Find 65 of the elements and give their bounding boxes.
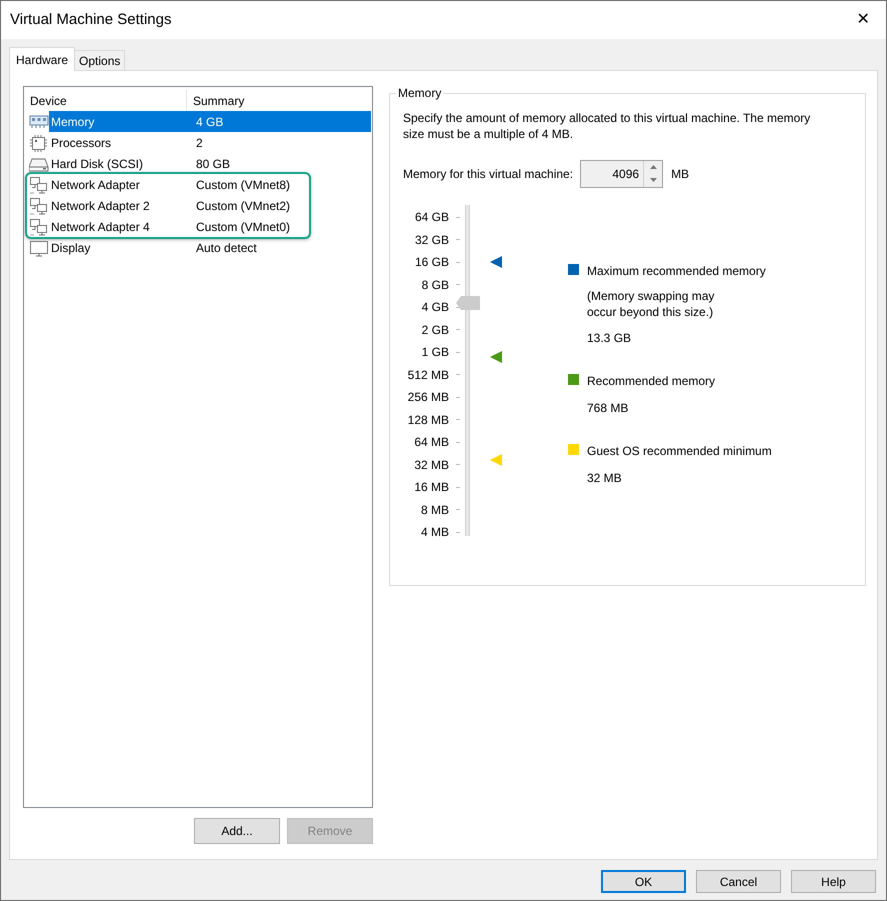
scale-label: 32 GB: [414, 232, 449, 249]
scale-label: 64 GB: [414, 209, 449, 226]
device-name: Processors: [50, 134, 112, 152]
device-name: Display: [50, 240, 92, 256]
ok-button[interactable]: OK: [601, 870, 686, 893]
scale-label: 1 GB: [422, 344, 449, 362]
scale-label: 4 MB: [420, 524, 449, 542]
device-summary: Custom (VMnet2): [195, 198, 290, 214]
device-row[interactable]: Network Adapter 4 Custom (VMnet0): [49, 216, 309, 237]
device-summary: Custom (VMnet8): [195, 176, 290, 194]
legend-label: Recommended memory: [587, 373, 716, 390]
device-summary: 80 GB: [195, 156, 230, 172]
device-summary: 4 GB: [195, 114, 224, 130]
device-summary: 2: [195, 134, 203, 152]
field-label: Memory for this virtual machine:: [403, 166, 574, 183]
unit-label: MB: [671, 166, 690, 183]
chip-icon: [29, 134, 49, 152]
memory-spinner[interactable]: 4096: [580, 160, 664, 188]
legend-value: 32 MB: [587, 470, 623, 487]
tab[interactable]: Options: [75, 50, 126, 70]
scale-label: 8 GB: [422, 276, 449, 294]
add-button[interactable]: Add...: [194, 818, 280, 844]
device-name: Memory: [50, 114, 96, 130]
device-row[interactable]: Display Auto detect: [49, 237, 371, 258]
device-row[interactable]: Memory 4 GB: [49, 111, 371, 132]
scale-label: 512 MB: [408, 366, 449, 384]
window-title: Virtual Machine Settings: [10, 10, 172, 30]
help-button[interactable]: Help: [791, 870, 876, 893]
scale-label: 256 MB: [408, 389, 449, 406]
device-name: Hard Disk (SCSI): [50, 156, 144, 172]
device-name: Network Adapter 4: [50, 218, 151, 236]
memory-icon: [29, 112, 49, 130]
device-summary: Auto detect: [195, 240, 257, 256]
description: Specify the amount of memory allocated to this virtual machine. The memory size must be a multiple of 4 MB.: [403, 110, 812, 142]
tab[interactable]: Hardware: [9, 47, 76, 71]
scale-label: 8 MB: [420, 502, 449, 519]
network-icon: [29, 196, 49, 214]
memory-value: 4096: [611, 166, 640, 183]
device-row[interactable]: Processors 2: [49, 132, 371, 153]
device-row[interactable]: Hard Disk (SCSI) 80 GB: [49, 153, 371, 174]
device-row[interactable]: Network Adapter Custom (VMnet8): [49, 174, 309, 195]
network-icon: [29, 176, 49, 194]
device-name: Network Adapter: [50, 176, 141, 194]
legend-label: Guest OS recommended minimum: [587, 443, 772, 460]
column-header[interactable]: Summary: [187, 90, 371, 111]
monitor-icon: [29, 238, 49, 256]
scale-label: 2 GB: [422, 322, 449, 339]
device-name: Network Adapter 2: [50, 198, 151, 214]
legend-note: (Memory swapping may occur beyond this size.): [587, 288, 716, 320]
scale-label: 64 MB: [414, 434, 449, 452]
legend-value: 13.3 GB: [587, 330, 632, 347]
scale-label: 32 MB: [414, 456, 449, 474]
slider-thumb[interactable]: [456, 296, 480, 310]
cancel-button[interactable]: Cancel: [696, 870, 781, 893]
legend-value: 768 MB: [587, 400, 630, 417]
scale-label: 4 GB: [422, 299, 449, 316]
group-title: Memory: [396, 86, 444, 100]
scale-label: 128 MB: [408, 412, 449, 429]
network-icon: [29, 218, 49, 236]
scale-label: 16 MB: [414, 479, 449, 496]
close-button[interactable]: ✕: [840, 1, 886, 39]
scale-label: 16 GB: [414, 254, 449, 272]
legend-label: Maximum recommended memory: [587, 263, 766, 280]
device-summary: Custom (VMnet0): [195, 218, 290, 236]
device-row[interactable]: Network Adapter 2 Custom (VMnet2): [49, 195, 309, 216]
